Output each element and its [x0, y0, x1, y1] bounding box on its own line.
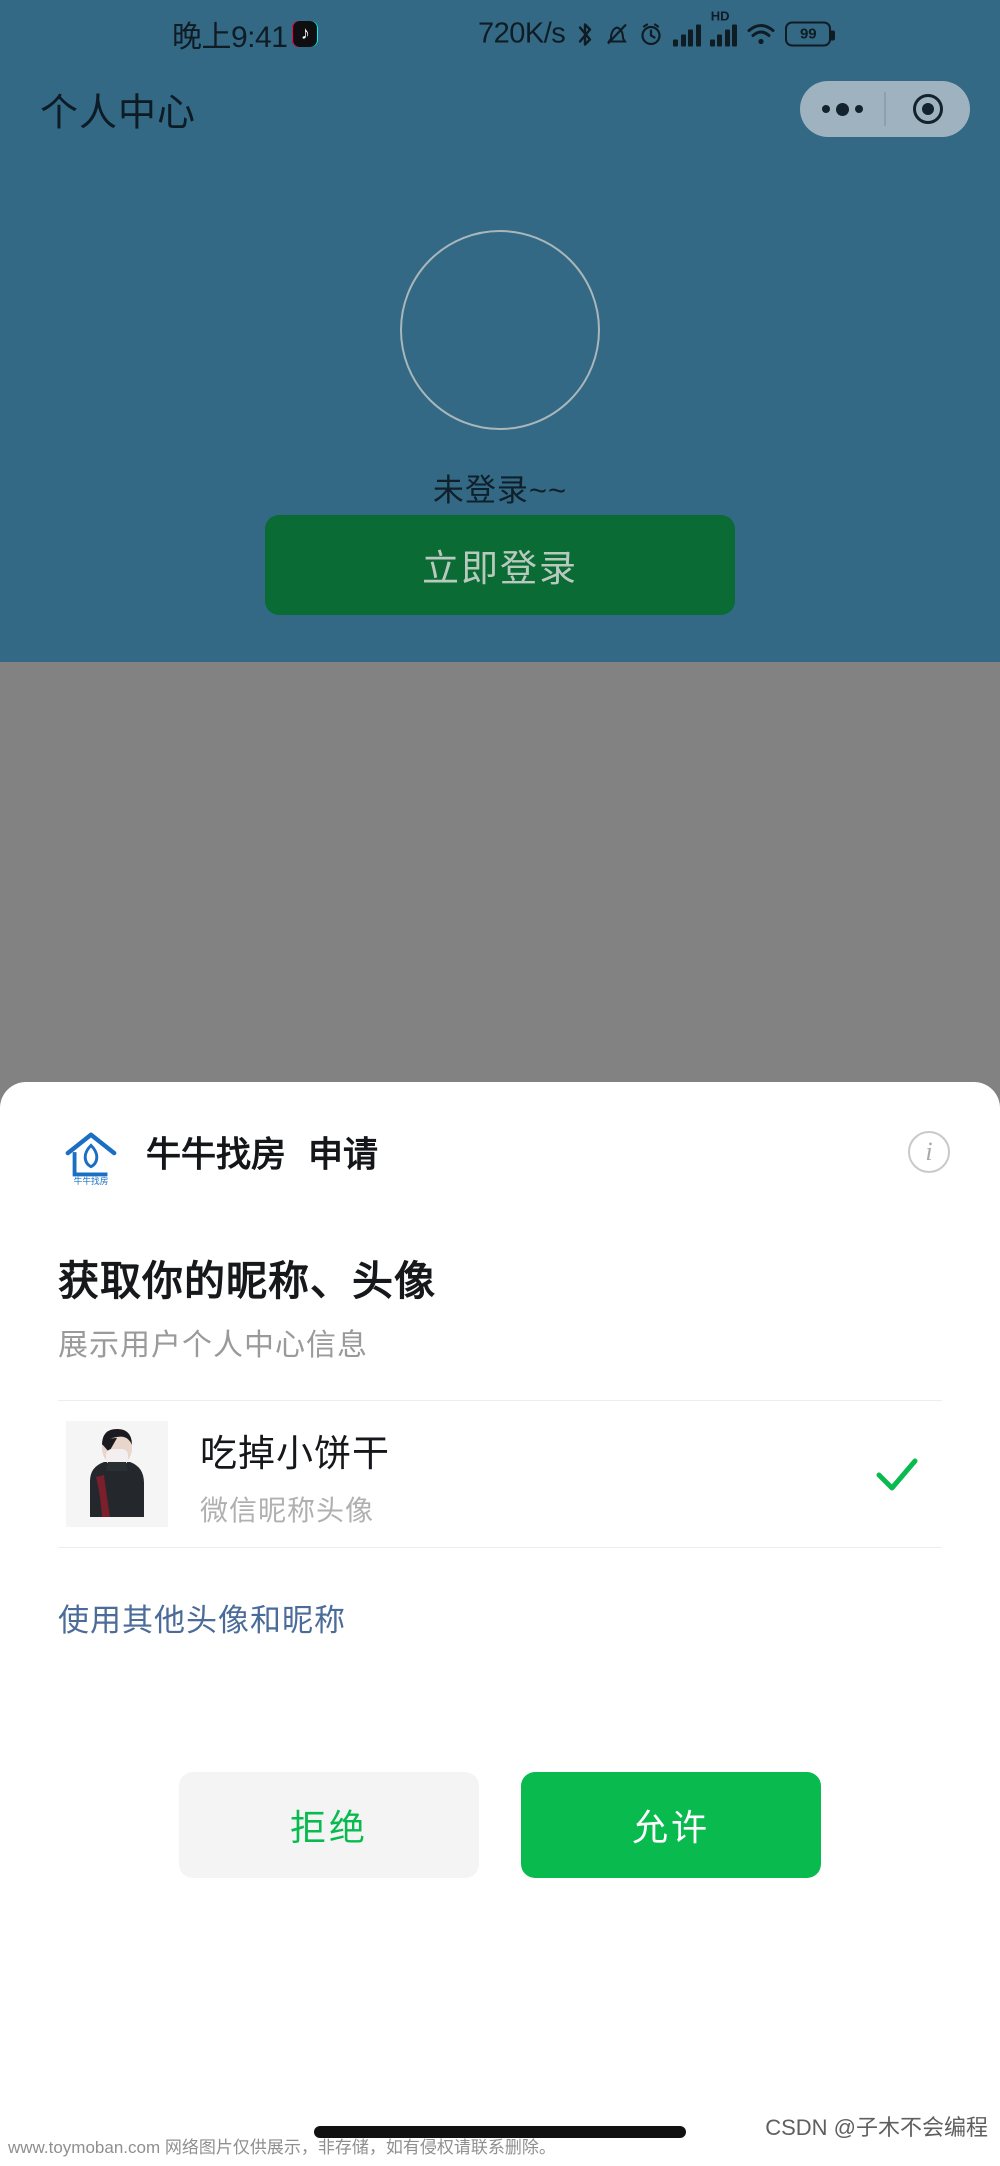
svg-text:牛牛找房: 牛牛找房 — [74, 1175, 109, 1186]
app-action-label: 申请 — [308, 1135, 379, 1175]
app-name: 牛牛找房 — [146, 1135, 287, 1175]
phone-screen: 未登录~~ 立即登录 晚上9:41 720K/s — [0, 0, 1000, 2166]
identity-name: 吃掉小饼干 — [200, 1433, 390, 1474]
use-other-identity-link[interactable]: 使用其他头像和昵称 — [58, 1595, 346, 1640]
sheet-actions: 拒绝 允许 — [0, 1772, 1000, 1892]
house-logo-icon: 牛牛找房 — [65, 1132, 117, 1186]
info-icon[interactable]: i — [908, 1131, 950, 1173]
identity-source: 微信昵称头像 — [200, 1495, 375, 1526]
scope-title: 获取你的昵称、头像 — [58, 1258, 436, 1304]
app-name-row: 牛牛找房 申请 — [146, 1127, 378, 1178]
reject-button[interactable]: 拒绝 — [179, 1772, 479, 1878]
watermark-left: www.toymoban.com 网络图片仅供展示，非存储，如有侵权请联系删除。 — [8, 2138, 556, 2157]
identity-texts: 吃掉小饼干 微信昵称头像 — [200, 1423, 390, 1529]
scope-description: 展示用户个人中心信息 — [58, 1329, 368, 1362]
allow-button[interactable]: 允许 — [521, 1772, 821, 1878]
watermark-right: CSDN @子木不会编程 — [765, 2115, 988, 2140]
authorization-sheet: 牛牛找房 牛牛找房 申请 i 获取你的昵称、头像 展示用户个人中心信息 吃掉小饼… — [0, 1082, 1000, 2082]
check-icon[interactable] — [874, 1451, 920, 1497]
home-area: www.toymoban.com 网络图片仅供展示，非存储，如有侵权请联系删除。… — [0, 2082, 1000, 2166]
user-photo-avatar — [66, 1421, 168, 1527]
divider — [58, 1547, 942, 1548]
sheet-header: 牛牛找房 牛牛找房 申请 i — [0, 1082, 1000, 1222]
identity-row[interactable]: 吃掉小饼干 微信昵称头像 — [0, 1401, 1000, 1547]
